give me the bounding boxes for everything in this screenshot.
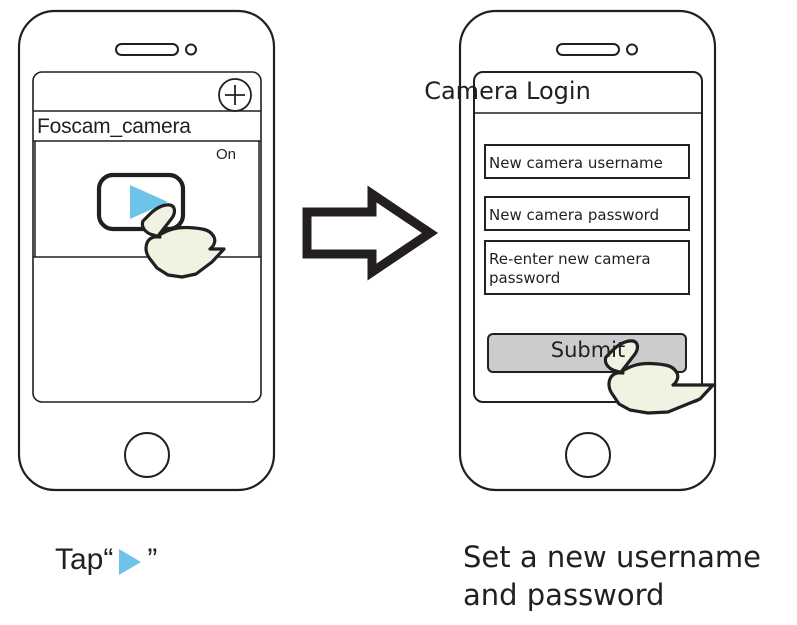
caption-left: Tap “ ”	[55, 541, 157, 579]
speaker-slot-icon	[556, 43, 620, 56]
home-button-icon	[565, 432, 611, 478]
caption-right: Set a new username and password	[463, 538, 793, 614]
caption-left-prefix: Tap	[55, 543, 104, 576]
username-field-label[interactable]: New camera username	[489, 154, 663, 173]
password-field-label[interactable]: New camera password	[489, 206, 659, 225]
speaker-slot-icon	[115, 43, 179, 56]
submit-button-label[interactable]: Submit	[489, 340, 687, 361]
camera-device-name[interactable]: Foscam_camera	[37, 116, 191, 137]
caption-right-line1: Set a new username	[463, 540, 761, 574]
flow-arrow-icon	[302, 185, 439, 281]
caption-right-line2: and password	[463, 578, 665, 612]
home-button-icon	[124, 432, 170, 478]
play-icon	[119, 549, 142, 575]
page-title: Camera Login	[0, 79, 797, 103]
front-camera-icon	[626, 43, 638, 56]
caption-left-close-quote: ”	[147, 543, 158, 576]
camera-status-label: On	[216, 146, 237, 163]
page-title-text: Camera Login	[424, 77, 591, 105]
figure-canvas: Foscam_camera On Camera Login New camera…	[0, 0, 797, 625]
front-camera-icon	[185, 43, 197, 56]
confirm-password-field-label[interactable]: Re-enter new camera password	[489, 250, 679, 288]
caption-left-open-quote: “	[103, 543, 114, 576]
